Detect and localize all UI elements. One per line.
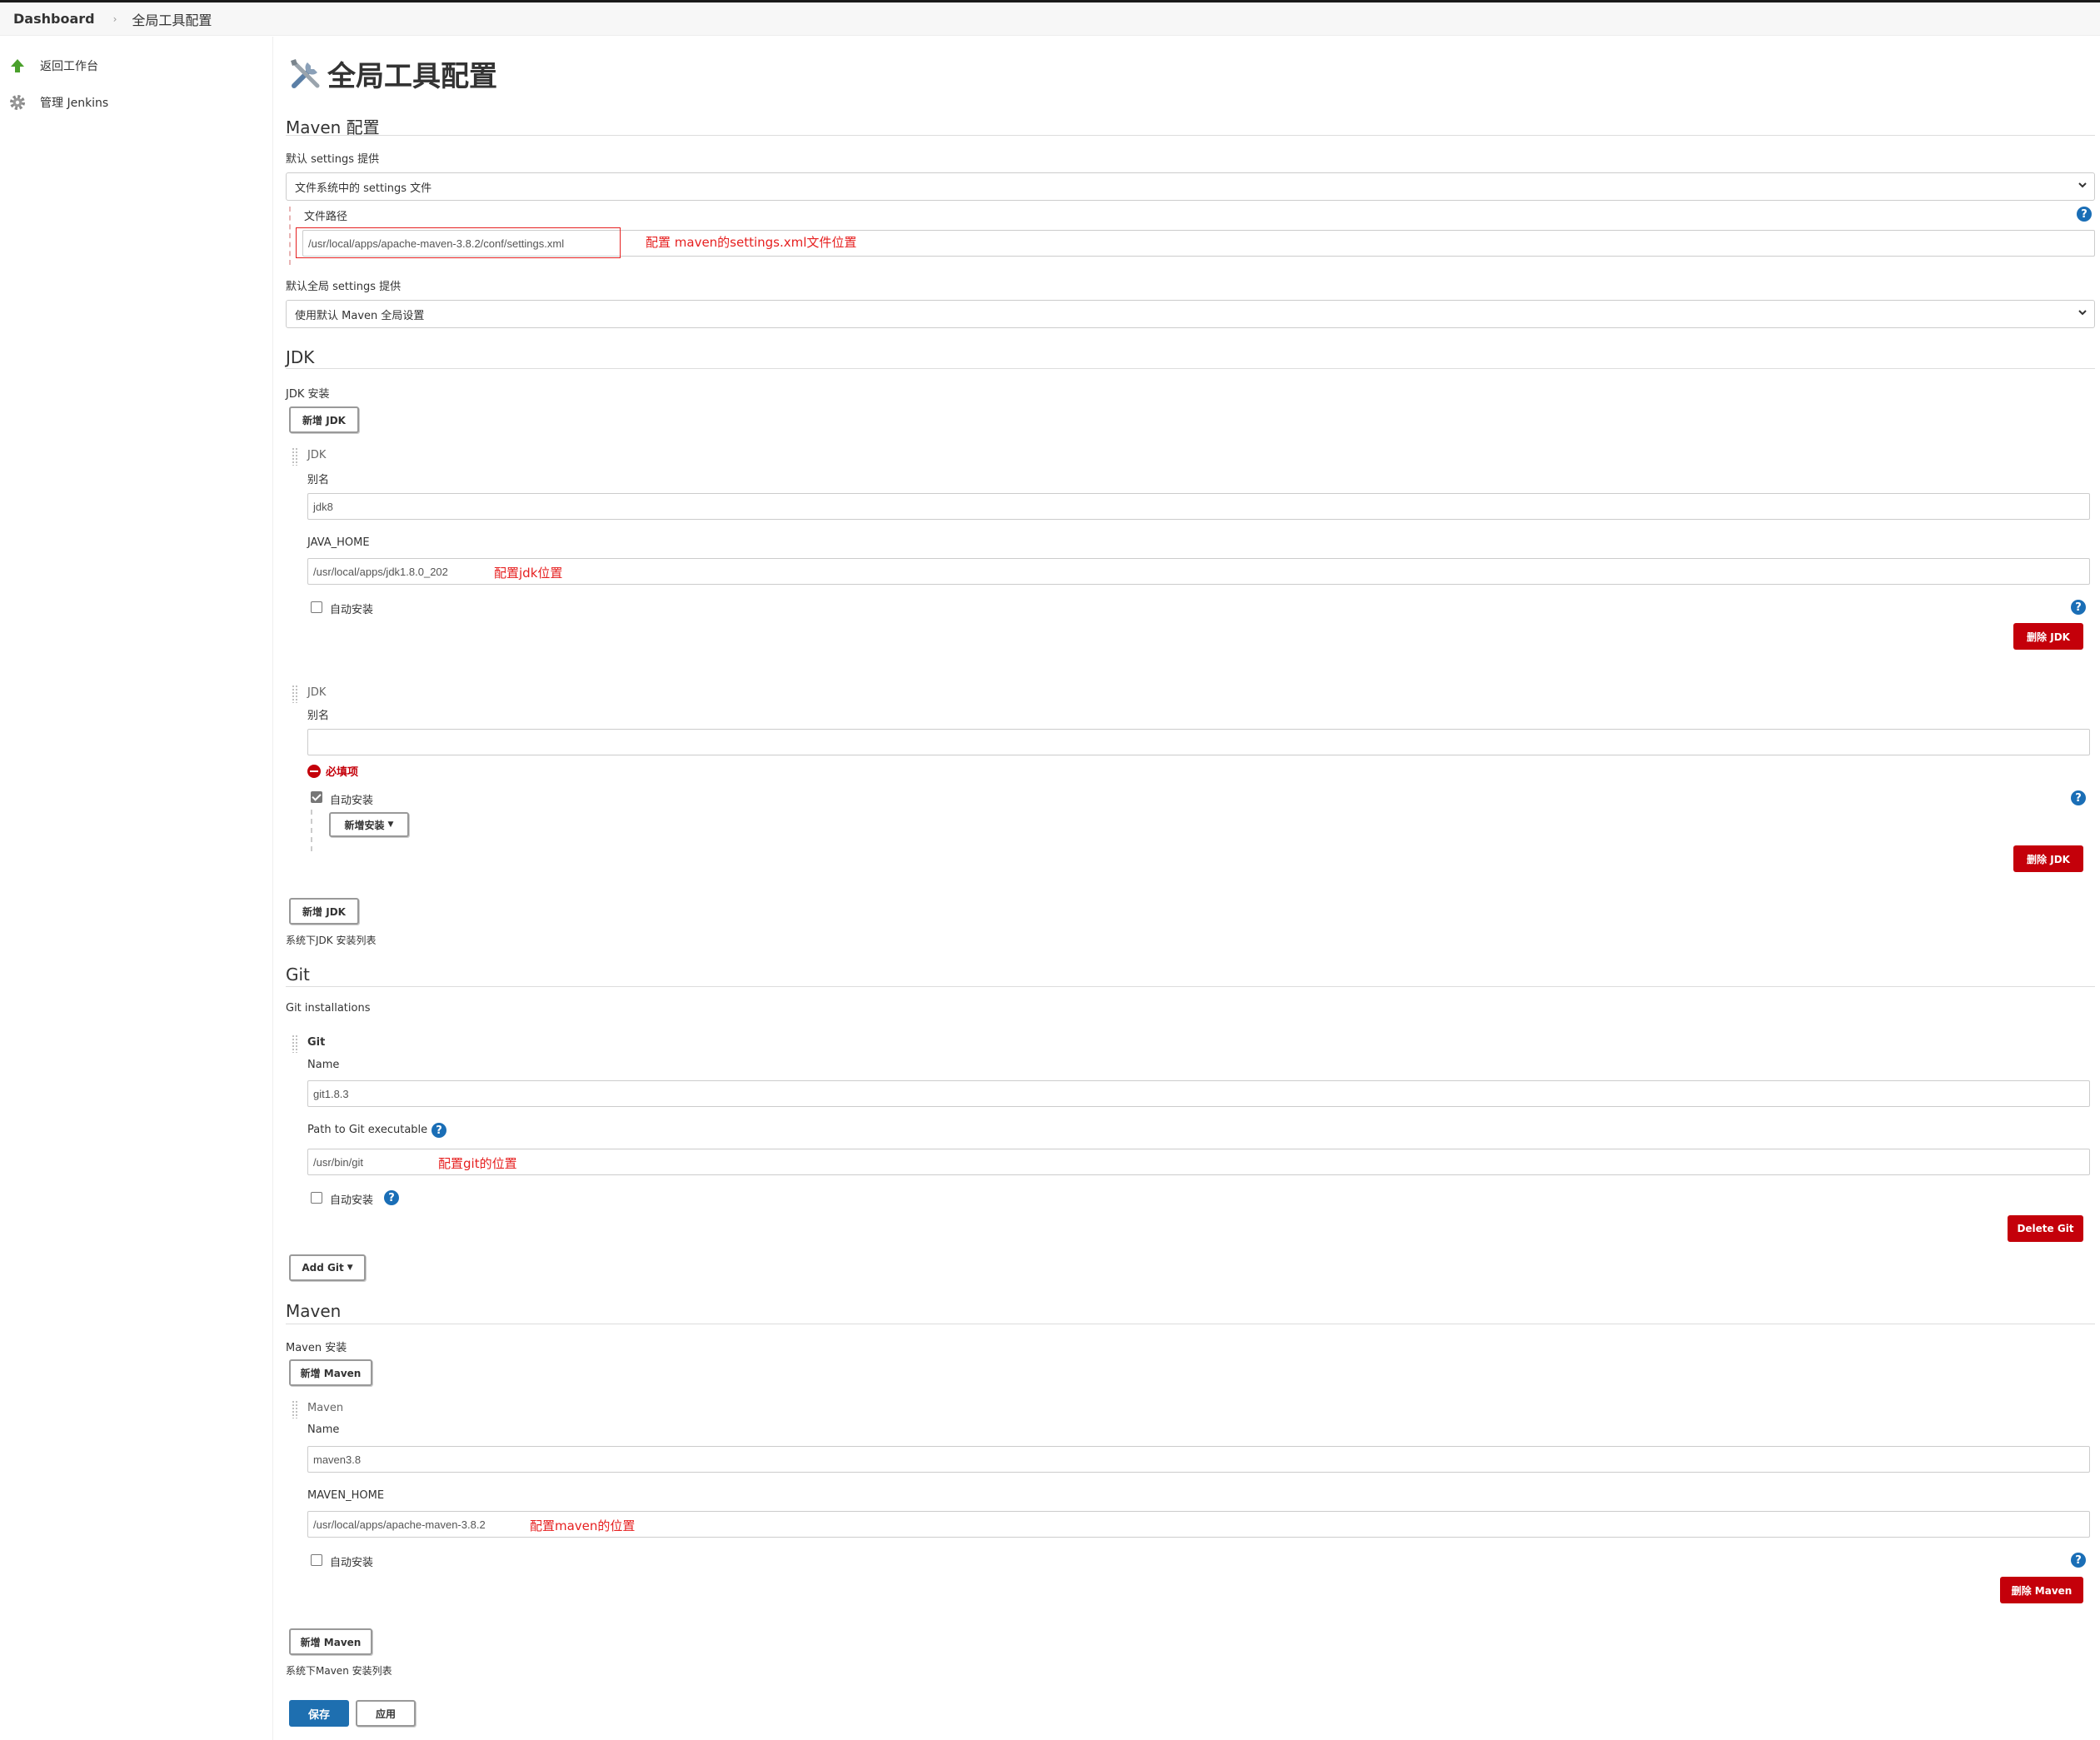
jdk-auto-install-checkbox[interactable] xyxy=(311,791,322,803)
page-title: 全局工具配置 xyxy=(287,53,497,94)
maven-entry-type-label: Maven xyxy=(307,1402,344,1414)
add-installer-button[interactable]: 新增安装 ▼ xyxy=(329,812,409,837)
sidebar-item-manage-jenkins[interactable]: 管理 Jenkins xyxy=(8,93,108,112)
maven-name-label: Name xyxy=(307,1423,340,1436)
chevron-down-icon xyxy=(2078,310,2087,316)
add-jdk-button[interactable]: 新增 JDK xyxy=(289,406,359,433)
drag-handle-icon[interactable] xyxy=(292,685,299,703)
git-path-input[interactable]: /usr/bin/git xyxy=(307,1149,2090,1175)
git-installations-label: Git installations xyxy=(286,1002,371,1015)
section-divider xyxy=(286,986,2095,987)
up-arrow-icon xyxy=(8,57,27,75)
git-auto-install-label: 自动安装 xyxy=(330,1194,374,1207)
git-name-input[interactable]: git1.8.3 xyxy=(307,1080,2090,1107)
help-icon[interactable]: ? xyxy=(431,1123,446,1138)
jdk-auto-install-label: 自动安装 xyxy=(330,604,374,616)
chevron-down-icon: ▼ xyxy=(387,820,394,829)
help-icon[interactable]: ? xyxy=(2071,790,2086,805)
maven-name-input[interactable]: maven3.8 xyxy=(307,1446,2090,1473)
drag-handle-icon[interactable] xyxy=(292,1400,299,1418)
jdk-entry-type-label: JDK xyxy=(307,686,327,699)
help-icon[interactable]: ? xyxy=(2077,207,2092,222)
maven-home-label: MAVEN_HOME xyxy=(307,1489,385,1502)
git-path-label: Path to Git executable xyxy=(307,1124,428,1136)
global-settings-provider-select[interactable]: 使用默认 Maven 全局设置 xyxy=(286,300,2095,328)
git-name-label: Name xyxy=(307,1059,340,1071)
annotation-settings-path: 配置 maven的settings.xml文件位置 xyxy=(646,235,857,250)
jdk-entry-type-label: JDK xyxy=(307,449,327,461)
breadcrumb-dashboard[interactable]: Dashboard xyxy=(13,11,95,27)
jdk-alias-input[interactable] xyxy=(307,729,2090,755)
save-button[interactable]: 保存 xyxy=(289,1700,349,1727)
sidebar-item-label: 管理 Jenkins xyxy=(40,97,109,110)
annotation-jdk-path: 配置jdk位置 xyxy=(494,566,563,581)
nested-indicator xyxy=(289,207,291,265)
breadcrumb-separator-icon: › xyxy=(112,12,117,25)
chevron-down-icon xyxy=(2078,182,2087,188)
sidebar-item-back-to-dashboard[interactable]: 返回工作台 xyxy=(8,57,98,75)
error-icon xyxy=(307,764,321,778)
add-maven-button[interactable]: 新增 Maven xyxy=(289,1359,372,1386)
global-settings-provider-label: 默认全局 settings 提供 xyxy=(286,281,402,293)
breadcrumb-current[interactable]: 全局工具配置 xyxy=(132,9,212,29)
sidebar-item-label: 返回工作台 xyxy=(40,60,98,73)
delete-jdk-button[interactable]: 删除 JDK xyxy=(2013,845,2083,872)
breadcrumb: Dashboard › 全局工具配置 xyxy=(0,2,2100,36)
help-icon[interactable]: ? xyxy=(2071,600,2086,615)
section-heading-maven: Maven xyxy=(286,1301,342,1321)
maven-auto-install-checkbox[interactable] xyxy=(311,1554,322,1566)
maven-install-label: Maven 安装 xyxy=(286,1342,347,1354)
add-jdk-button[interactable]: 新增 JDK xyxy=(289,898,359,925)
jdk-list-caption: 系统下JDK 安装列表 xyxy=(286,935,377,946)
maven-auto-install-label: 自动安装 xyxy=(330,1557,374,1569)
delete-git-button[interactable]: Delete Git xyxy=(2008,1215,2083,1242)
java-home-input[interactable]: /usr/local/apps/jdk1.8.0_202 xyxy=(307,558,2090,585)
jdk-install-label: JDK 安装 xyxy=(286,388,330,401)
jdk-auto-install-checkbox[interactable] xyxy=(311,601,322,613)
annotation-highlight-box xyxy=(296,227,621,258)
section-divider xyxy=(286,368,2095,369)
nested-indicator xyxy=(311,810,312,851)
section-heading-jdk: JDK xyxy=(286,347,315,367)
jdk-alias-input[interactable]: jdk8 xyxy=(307,493,2090,520)
settings-provider-label: 默认 settings 提供 xyxy=(286,153,380,166)
delete-maven-button[interactable]: 删除 Maven xyxy=(2000,1577,2083,1603)
settings-provider-select[interactable]: 文件系统中的 settings 文件 xyxy=(286,172,2095,201)
delete-jdk-button[interactable]: 删除 JDK xyxy=(2013,623,2083,650)
apply-button[interactable]: 应用 xyxy=(356,1700,416,1727)
git-auto-install-checkbox[interactable] xyxy=(311,1192,322,1204)
help-icon[interactable]: ? xyxy=(384,1190,399,1205)
annotation-git-path: 配置git的位置 xyxy=(438,1156,517,1171)
java-home-label: JAVA_HOME xyxy=(307,536,370,549)
drag-handle-icon[interactable] xyxy=(292,447,299,466)
maven-list-caption: 系统下Maven 安装列表 xyxy=(286,1665,392,1677)
jdk-auto-install-label: 自动安装 xyxy=(330,795,374,807)
chevron-down-icon: ▼ xyxy=(347,1264,353,1272)
help-icon[interactable]: ? xyxy=(2071,1553,2086,1568)
annotation-maven-path: 配置maven的位置 xyxy=(530,1518,636,1533)
section-heading-git: Git xyxy=(286,965,310,985)
sidebar: 返回工作台 管理 Jenkins xyxy=(0,37,273,1740)
add-git-button[interactable]: Add Git ▼ xyxy=(289,1254,366,1281)
section-divider xyxy=(286,135,2095,136)
git-entry-type-label: Git xyxy=(307,1036,326,1049)
drag-handle-icon[interactable] xyxy=(292,1035,299,1053)
jdk-alias-label: 别名 xyxy=(307,474,330,486)
tools-icon xyxy=(287,56,324,92)
required-error-message: 必填项 xyxy=(307,763,358,779)
file-path-label: 文件路径 xyxy=(304,211,348,223)
gear-icon xyxy=(8,93,27,112)
add-maven-button[interactable]: 新增 Maven xyxy=(289,1628,372,1655)
jdk-alias-label: 别名 xyxy=(307,710,330,722)
